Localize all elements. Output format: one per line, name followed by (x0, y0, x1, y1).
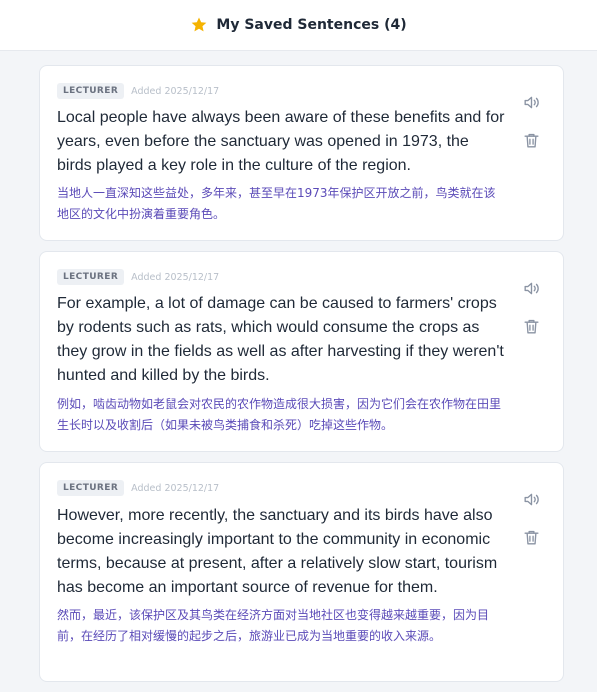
card-meta: LECTURER Added 2025/12/17 (57, 480, 219, 496)
english-sentence: For example, a lot of damage can be caus… (57, 295, 504, 384)
star-icon (192, 17, 207, 32)
chinese-translation: 然而，最近，该保护区及其鸟类在经济方面对当地社区也变得越来越重要，因为目前，在经… (57, 608, 490, 643)
delete-button[interactable] (519, 128, 543, 152)
play-audio-button[interactable] (519, 90, 543, 114)
added-date: Added 2025/12/17 (131, 85, 220, 97)
delete-button[interactable] (519, 525, 543, 549)
english-sentence: However, more recently, the sanctuary an… (57, 507, 498, 596)
page-title: My Saved Sentences (4) (216, 17, 407, 33)
speaker-badge: LECTURER (57, 269, 125, 285)
header-title-group: My Saved Sentences (4) (190, 16, 407, 34)
trash-icon (523, 133, 539, 148)
sentence-card: LECTURER Added 2025/12/17 Local people h… (39, 65, 564, 241)
speaker-icon (523, 96, 539, 108)
english-sentence: Local people have always been aware of t… (57, 109, 505, 174)
chinese-translation: 例如，啮齿动物如老鼠会对农民的农作物造成很大损害，因为它们会在农作物在田里生长时… (57, 397, 502, 432)
speaker-badge: LECTURER (57, 480, 125, 496)
app-header: My Saved Sentences (4) (0, 0, 597, 51)
sentence-card: LECTURER Added 2025/12/17 For example, a… (39, 251, 564, 452)
play-audio-button[interactable] (519, 276, 543, 300)
trash-icon (523, 319, 539, 334)
delete-button[interactable] (519, 314, 543, 338)
trash-icon (523, 530, 539, 545)
card-meta: LECTURER Added 2025/12/17 (57, 269, 219, 285)
card-meta: LECTURER Added 2025/12/17 (57, 83, 219, 99)
added-date: Added 2025/12/17 (131, 271, 220, 283)
added-date: Added 2025/12/17 (131, 482, 220, 494)
sentence-card: LECTURER Added 2025/12/17 However, more … (39, 462, 564, 682)
speaker-badge: LECTURER (57, 83, 125, 99)
chinese-translation: 当地人一直深知这些益处，多年来，甚至早在1973年保护区开放之前，鸟类就在该地区… (57, 186, 496, 221)
play-audio-button[interactable] (519, 487, 543, 511)
speaker-icon (523, 493, 539, 505)
speaker-icon (523, 282, 539, 294)
